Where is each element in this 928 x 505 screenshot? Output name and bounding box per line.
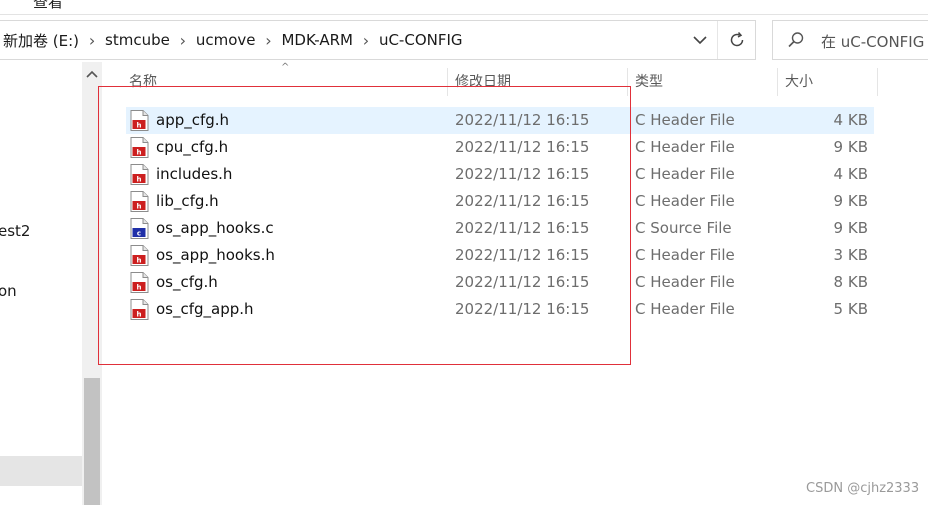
- column-divider[interactable]: [627, 68, 628, 96]
- c-header-file-icon: h: [130, 164, 149, 185]
- file-date: 2022/11/12 16:15: [455, 165, 590, 183]
- sort-ascending-icon: ^: [281, 62, 290, 73]
- svg-text:h: h: [137, 175, 142, 183]
- breadcrumb-drive[interactable]: 新加卷 (E:): [0, 30, 83, 51]
- file-row[interactable]: c os_app_hooks.c 2022/11/12 16:15 C Sour…: [126, 215, 874, 242]
- search-box[interactable]: 在 uC-CONFIG: [772, 20, 928, 60]
- address-bar[interactable]: 新加卷 (E:) › stmcube › ucmove › MDK-ARM › …: [0, 20, 756, 60]
- chevron-right-icon[interactable]: ›: [174, 31, 192, 50]
- file-type: C Header File: [635, 111, 735, 129]
- c-header-file-icon: h: [130, 299, 149, 320]
- breadcrumb-ucmove[interactable]: ucmove: [192, 31, 260, 49]
- file-name: os_app_hooks.c: [156, 219, 274, 237]
- file-type: C Header File: [635, 273, 735, 291]
- column-header-name[interactable]: 名称: [129, 66, 157, 98]
- file-row[interactable]: h lib_cfg.h 2022/11/12 16:15 C Header Fi…: [126, 188, 874, 215]
- column-divider[interactable]: [447, 68, 448, 96]
- file-date: 2022/11/12 16:15: [455, 111, 590, 129]
- c-header-file-icon: h: [130, 110, 149, 131]
- file-date: 2022/11/12 16:15: [455, 273, 590, 291]
- column-header-size[interactable]: 大小: [785, 66, 813, 98]
- refresh-icon[interactable]: [717, 21, 756, 59]
- chevron-right-icon[interactable]: ›: [83, 31, 101, 50]
- breadcrumb-uc-config[interactable]: uC-CONFIG: [375, 31, 467, 49]
- column-header-date[interactable]: 修改日期: [455, 66, 511, 98]
- scrollbar-thumb[interactable]: [84, 378, 100, 505]
- navigation-pane: est2 on: [0, 62, 82, 505]
- svg-text:h: h: [137, 310, 142, 318]
- menu-strip: 查看: [0, 0, 928, 15]
- column-header-type[interactable]: 类型: [635, 66, 663, 98]
- file-date: 2022/11/12 16:15: [455, 219, 590, 237]
- nav-item-on[interactable]: on: [0, 282, 17, 300]
- file-row[interactable]: h os_app_hooks.h 2022/11/12 16:15 C Head…: [126, 242, 874, 269]
- file-size: 3 KB: [833, 246, 868, 264]
- column-divider[interactable]: [777, 68, 778, 96]
- file-type: C Header File: [635, 138, 735, 156]
- chevron-up-icon[interactable]: [82, 66, 102, 82]
- file-size: 5 KB: [833, 300, 868, 318]
- file-name: os_cfg.h: [156, 273, 218, 291]
- svg-text:c: c: [137, 229, 141, 237]
- breadcrumb: 新加卷 (E:) › stmcube › ucmove › MDK-ARM › …: [0, 21, 467, 59]
- chevron-down-icon[interactable]: [689, 30, 711, 50]
- file-name: os_cfg_app.h: [156, 300, 254, 318]
- svg-text:h: h: [137, 256, 142, 264]
- file-size: 9 KB: [833, 219, 868, 237]
- search-icon: [787, 31, 805, 49]
- svg-text:h: h: [137, 202, 142, 210]
- file-row[interactable]: h cpu_cfg.h 2022/11/12 16:15 C Header Fi…: [126, 134, 874, 161]
- file-type: C Header File: [635, 300, 735, 318]
- file-name: os_app_hooks.h: [156, 246, 275, 264]
- watermark: CSDN @cjhz2333: [806, 481, 920, 496]
- svg-text:h: h: [137, 148, 142, 156]
- column-divider[interactable]: [877, 68, 878, 96]
- menu-view-tab[interactable]: 查看: [33, 0, 63, 12]
- file-size: 4 KB: [833, 165, 868, 183]
- c-header-file-icon: h: [130, 191, 149, 212]
- svg-text:h: h: [137, 121, 142, 129]
- file-size: 9 KB: [833, 192, 868, 210]
- file-type: C Source File: [635, 219, 732, 237]
- file-row[interactable]: h app_cfg.h 2022/11/12 16:15 C Header Fi…: [126, 107, 874, 134]
- breadcrumb-mdk-arm[interactable]: MDK-ARM: [277, 31, 356, 49]
- file-date: 2022/11/12 16:15: [455, 246, 590, 264]
- column-header-row: ^ 名称 修改日期 类型 大小: [103, 62, 878, 98]
- chevron-right-icon[interactable]: ›: [259, 31, 277, 50]
- search-placeholder: 在 uC-CONFIG: [821, 33, 925, 51]
- file-size: 8 KB: [833, 273, 868, 291]
- file-row[interactable]: h includes.h 2022/11/12 16:15 C Header F…: [126, 161, 874, 188]
- chevron-right-icon[interactable]: ›: [357, 31, 375, 50]
- file-type: C Header File: [635, 165, 735, 183]
- c-header-file-icon: h: [130, 245, 149, 266]
- c-header-file-icon: h: [130, 137, 149, 158]
- nav-selected-item[interactable]: [0, 456, 82, 486]
- file-name: includes.h: [156, 165, 233, 183]
- file-row[interactable]: h os_cfg_app.h 2022/11/12 16:15 C Header…: [126, 296, 874, 323]
- breadcrumb-stmcube[interactable]: stmcube: [101, 31, 174, 49]
- file-size: 4 KB: [833, 111, 868, 129]
- c-header-file-icon: h: [130, 272, 149, 293]
- file-row[interactable]: h os_cfg.h 2022/11/12 16:15 C Header Fil…: [126, 269, 874, 296]
- file-name: lib_cfg.h: [156, 192, 219, 210]
- file-name: cpu_cfg.h: [156, 138, 229, 156]
- file-type: C Header File: [635, 246, 735, 264]
- file-date: 2022/11/12 16:15: [455, 300, 590, 318]
- nav-item-est2[interactable]: est2: [0, 222, 30, 240]
- file-name: app_cfg.h: [156, 111, 230, 129]
- file-date: 2022/11/12 16:15: [455, 138, 590, 156]
- nav-scrollbar[interactable]: [82, 62, 102, 505]
- file-type: C Header File: [635, 192, 735, 210]
- c-source-file-icon: c: [130, 218, 149, 239]
- file-date: 2022/11/12 16:15: [455, 192, 590, 210]
- svg-text:h: h: [137, 283, 142, 291]
- file-size: 9 KB: [833, 138, 868, 156]
